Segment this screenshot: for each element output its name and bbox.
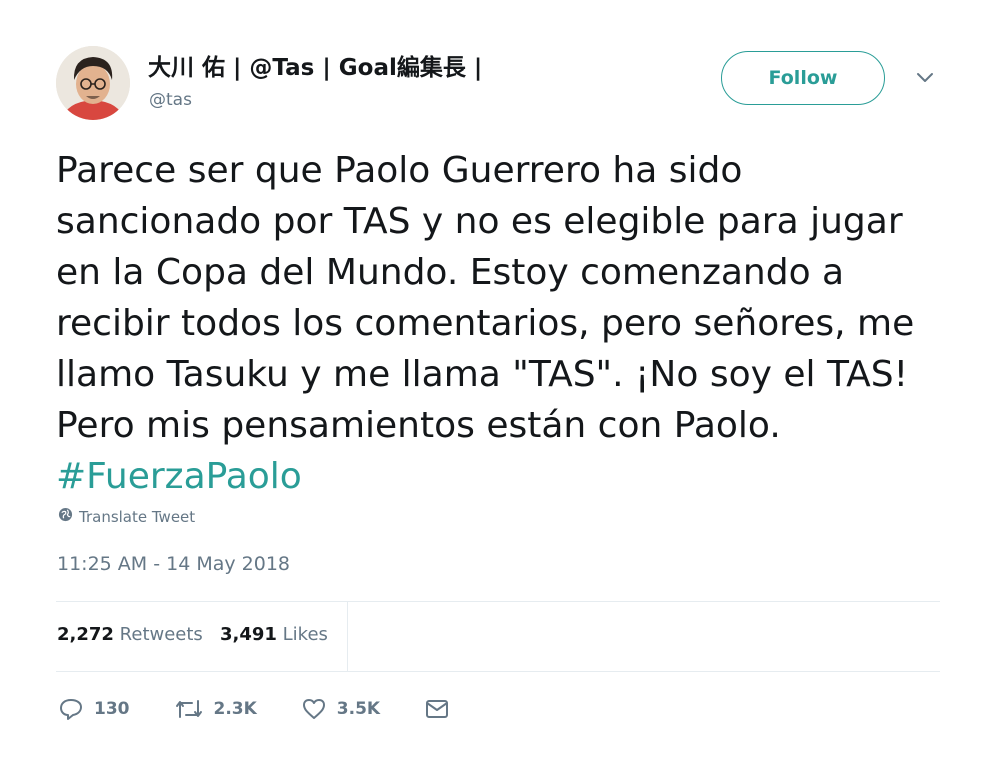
user-handle[interactable]: @tas bbox=[149, 90, 192, 110]
stats-separator bbox=[347, 602, 348, 672]
follow-button[interactable]: Follow bbox=[721, 51, 885, 105]
hashtag-link[interactable]: #FuerzaPaolo bbox=[56, 456, 302, 497]
globe-icon bbox=[58, 507, 73, 526]
retweets-count[interactable]: 2,272 bbox=[57, 624, 114, 645]
tweet-actions: 130 2.3K 3.5K bbox=[58, 697, 494, 721]
envelope-icon bbox=[424, 698, 450, 720]
heart-icon bbox=[301, 697, 327, 721]
retweets-label[interactable]: Retweets bbox=[120, 624, 203, 645]
avatar[interactable] bbox=[56, 46, 130, 120]
translate-tweet-link[interactable]: Translate Tweet bbox=[58, 507, 195, 526]
retweet-count: 2.3K bbox=[213, 699, 257, 719]
translate-label: Translate Tweet bbox=[79, 507, 196, 526]
likes-count[interactable]: 3,491 bbox=[220, 624, 277, 645]
reply-button[interactable]: 130 bbox=[58, 697, 130, 721]
like-count: 3.5K bbox=[336, 699, 381, 719]
tweet-timestamp[interactable]: 11:25 AM - 14 May 2018 bbox=[57, 553, 290, 575]
retweet-button[interactable]: 2.3K bbox=[174, 697, 257, 721]
tweet-body: Parece ser que Paolo Guerrero ha sido sa… bbox=[56, 150, 915, 446]
likes-label[interactable]: Likes bbox=[283, 624, 328, 645]
direct-message-button[interactable] bbox=[424, 698, 450, 720]
display-name[interactable]: 大川 佑 | @Tas | Goal編集長 | bbox=[148, 48, 482, 82]
reply-count: 130 bbox=[94, 699, 130, 719]
chevron-down-icon[interactable] bbox=[914, 70, 936, 86]
tweet-stats: 2,272 Retweets 3,491 Likes bbox=[57, 624, 328, 645]
reply-icon bbox=[58, 697, 84, 721]
divider bbox=[56, 671, 940, 672]
like-button[interactable]: 3.5K bbox=[301, 697, 380, 721]
tweet-text: Parece ser que Paolo Guerrero ha sido sa… bbox=[56, 145, 956, 502]
divider bbox=[56, 601, 940, 602]
retweet-icon bbox=[174, 697, 204, 721]
